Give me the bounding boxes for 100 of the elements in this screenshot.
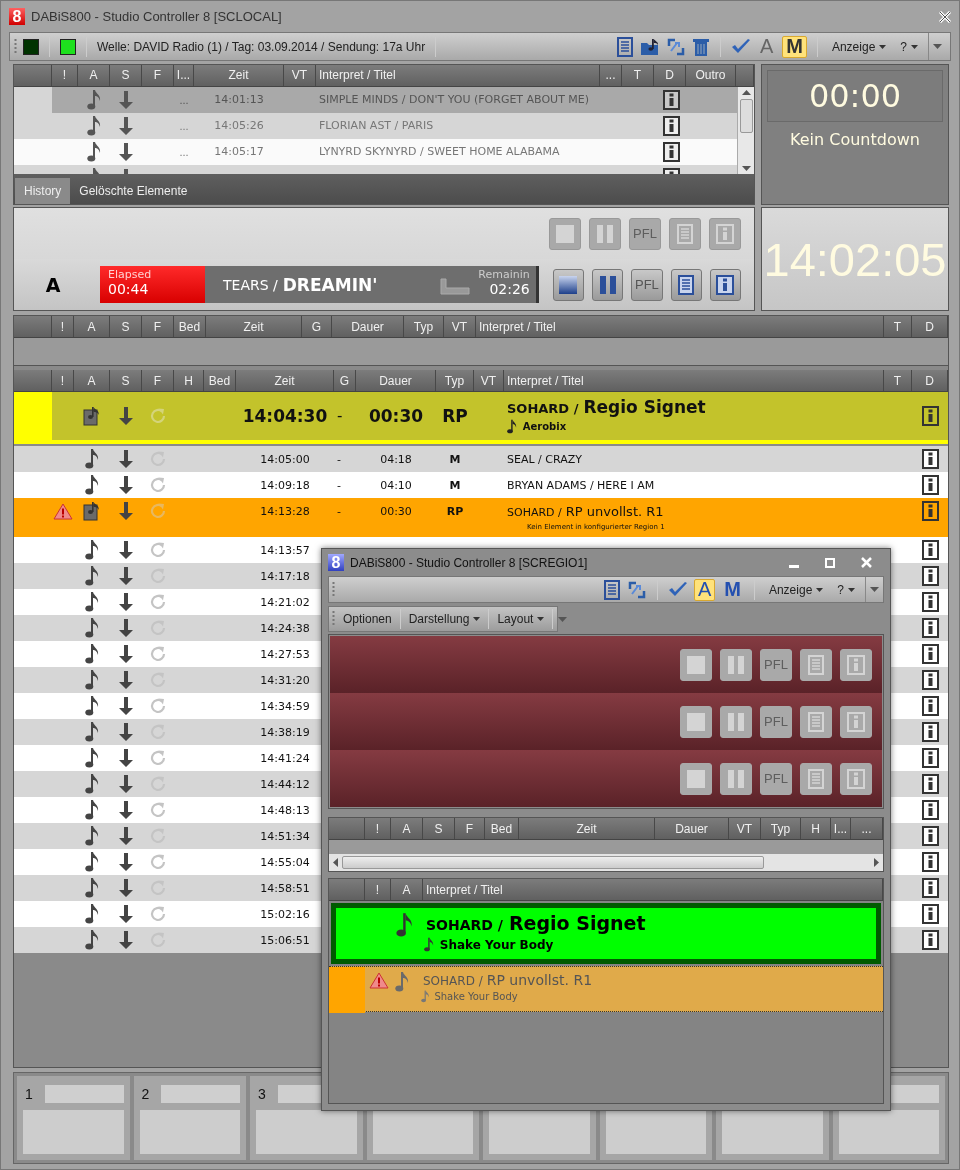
column-header: Bed: [178, 319, 201, 334]
type-cell: M: [449, 478, 461, 492]
time-cell: 14:21:02: [260, 595, 310, 609]
ellipsis-marker: ...: [179, 119, 189, 132]
time-cell: 14:31:20: [260, 673, 310, 687]
column-header: ...: [861, 821, 872, 836]
remaining-label: Remainin: [478, 268, 530, 281]
window-title: DABiS800 - Studio Controller 8 [SCLOCAL]: [31, 9, 282, 24]
column-header: Zeit: [576, 821, 597, 836]
column-header: Zeit: [274, 373, 295, 388]
track-title: RP unvollst. R1: [486, 972, 593, 988]
track-title: RP unvollst. R1: [565, 504, 664, 519]
column-header: F: [153, 373, 162, 388]
column-header: Dauer: [379, 373, 412, 388]
time-cell: 14:34:59: [260, 699, 310, 713]
window-title: DABiS800 - Studio Controller 8 [SCREGIO1]: [350, 555, 588, 570]
column-header: Outro: [695, 68, 726, 83]
track-title: SEAL / CRAZY: [507, 452, 582, 466]
column-header: Interpret / Titel: [426, 882, 503, 897]
column-header: Interpret / Titel: [479, 319, 556, 334]
track-title: Regio Signet: [583, 397, 706, 418]
column-header: A: [402, 882, 411, 897]
column-header: T: [893, 373, 902, 388]
column-header: T: [893, 319, 902, 334]
column-header: G: [339, 373, 350, 388]
column-header: VT: [736, 821, 753, 836]
time-cell: 14:17:18: [260, 569, 310, 583]
column-header: H: [184, 373, 193, 388]
subtitle: Shake Your Body: [439, 937, 554, 952]
artist-name: TEARS /: [223, 276, 278, 293]
duration-cell: 00:30: [368, 406, 424, 426]
artist-name: SOHARD /: [423, 974, 483, 988]
column-header: Interpret / Titel: [507, 373, 584, 388]
time-cell: 14:44:12: [260, 777, 310, 791]
broadcast-info: Welle: DAVID Radio (1) / Tag: 03.09.2014 / Sendung: 17a Uhr: [97, 39, 426, 54]
column-header: A: [87, 319, 96, 334]
column-header: I...: [833, 821, 848, 836]
type-cell: M: [449, 452, 461, 466]
column-header: H: [811, 821, 820, 836]
ellipsis-marker: ...: [179, 145, 189, 158]
column-header: ...: [605, 68, 616, 83]
column-header: F: [153, 319, 162, 334]
column-header: !: [375, 882, 380, 897]
track-title: FLORIAN AST / PARIS: [319, 119, 434, 133]
column-header: Typ: [770, 821, 791, 836]
column-header: VT: [451, 319, 468, 334]
column-header: Bed: [208, 373, 231, 388]
time-cell: 14:27:53: [260, 647, 310, 661]
ellipsis-marker: ...: [179, 93, 189, 106]
time-cell: 14:38:19: [260, 725, 310, 739]
time-cell: 14:58:51: [260, 881, 310, 895]
track-title: BRYAN ADAMS / HERE I AM: [507, 478, 655, 492]
time-cell: 14:01:13: [214, 93, 264, 107]
column-header: VT: [291, 68, 308, 83]
app-logo: 8: [9, 8, 25, 25]
track-title: LYNYRD SKYNYRD / SWEET HOME ALABAMA: [319, 145, 560, 159]
time-cell: 14:13:57: [260, 543, 310, 557]
column-header: I...: [176, 68, 191, 83]
table-cell: -: [337, 478, 341, 492]
column-header: Interpret / Titel: [319, 68, 396, 83]
time-cell: 14:09:18: [260, 478, 310, 492]
column-header: D: [925, 319, 934, 334]
time-cell: 14:24:38: [260, 621, 310, 635]
slot-number: 2: [141, 1086, 150, 1102]
column-header: Bed: [490, 821, 513, 836]
artist-name: SOHARD /: [426, 917, 503, 933]
type-cell: RP: [446, 504, 464, 518]
column-header: !: [60, 373, 65, 388]
time-cell: 14:48:13: [260, 803, 310, 817]
subtitle: Aerobix: [522, 421, 567, 433]
track-title: DREAMIN': [282, 274, 378, 295]
table-cell: -: [337, 452, 341, 466]
artist-name: SOHARD /: [507, 401, 579, 417]
subtitle: Shake Your Body: [434, 991, 518, 1003]
column-header: Typ: [413, 319, 434, 334]
time-cell: 15:02:16: [260, 907, 310, 921]
column-header: !: [62, 68, 67, 83]
time-cell: 14:41:24: [260, 751, 310, 765]
type-cell: RP: [442, 406, 468, 426]
column-header: A: [402, 821, 411, 836]
time-cell: 14:05:26: [214, 119, 264, 133]
track-title: SIMPLE MINDS / DON'T YOU (FORGET ABOUT ME): [319, 93, 590, 107]
column-header: !: [375, 821, 380, 836]
track-title: Regio Signet: [508, 912, 646, 934]
countdown-time: 00:00: [808, 77, 902, 115]
column-header: Zeit: [243, 319, 264, 334]
column-header: S: [121, 319, 130, 334]
time-cell: 14:05:00: [260, 452, 310, 466]
column-header: Typ: [444, 373, 465, 388]
column-header: G: [311, 319, 322, 334]
column-header: D: [665, 68, 674, 83]
column-header: D: [925, 373, 934, 388]
duration-cell: 00:30: [380, 504, 412, 518]
column-header: Dauer: [351, 319, 384, 334]
column-header: F: [153, 68, 162, 83]
column-header: F: [465, 821, 474, 836]
column-header: S: [121, 68, 130, 83]
slot-number: 1: [25, 1086, 33, 1102]
duration-cell: 04:18: [380, 452, 412, 466]
time-cell: 14:04:30: [242, 406, 328, 426]
